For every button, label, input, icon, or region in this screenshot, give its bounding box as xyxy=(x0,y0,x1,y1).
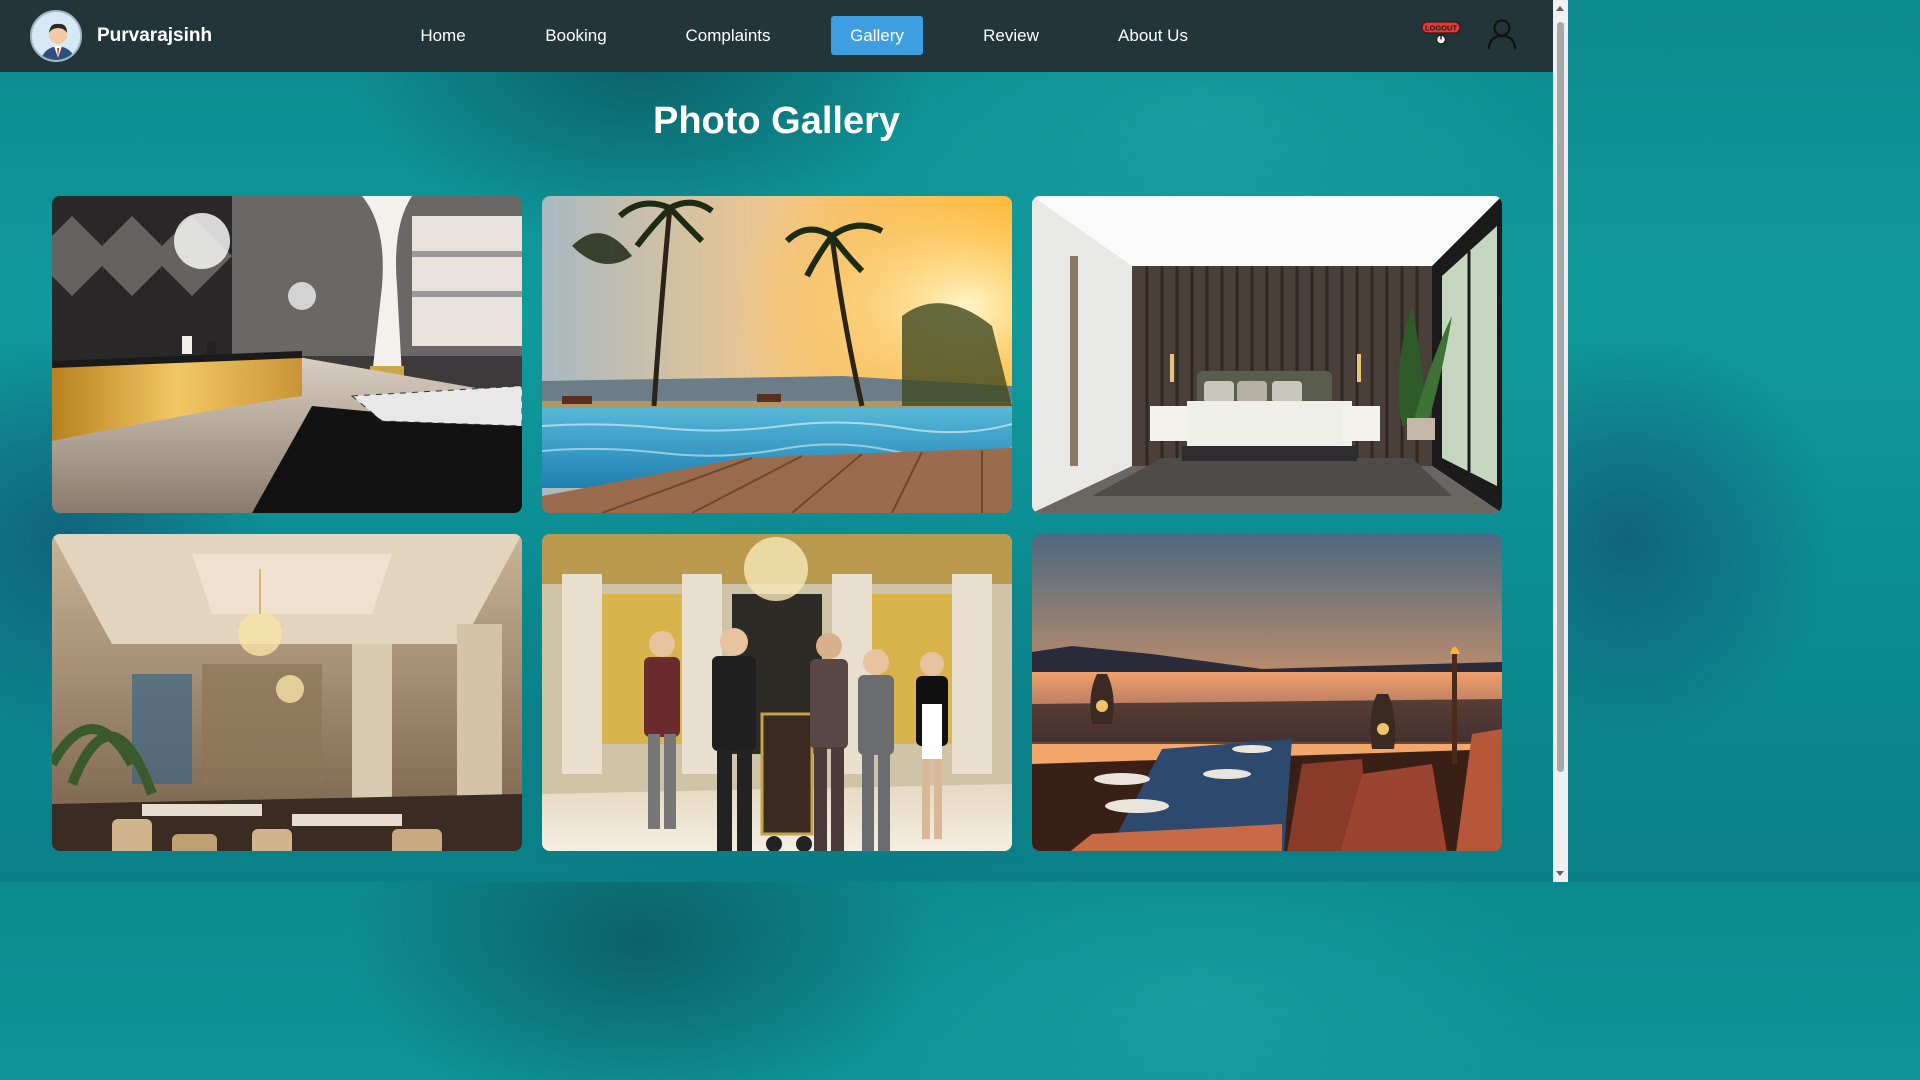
nav-links: Home Booking Complaints Gallery Review A… xyxy=(0,0,1553,72)
logout-label: LOGOUT xyxy=(1425,24,1457,33)
top-navbar: Purvarajsinh Home Booking Complaints Gal… xyxy=(0,0,1553,72)
gallery-photo-restaurant[interactable] xyxy=(52,534,522,851)
page-scrollbar[interactable] xyxy=(1553,0,1568,882)
nav-gallery[interactable]: Gallery xyxy=(831,16,923,55)
page-title: Photo Gallery xyxy=(652,100,901,142)
nav-complaints[interactable]: Complaints xyxy=(674,16,782,55)
nav-home[interactable]: Home xyxy=(406,16,480,55)
gallery-photo-terrace[interactable] xyxy=(1032,534,1502,851)
nav-review[interactable]: Review xyxy=(970,16,1052,55)
scroll-up-arrow-icon[interactable] xyxy=(1556,6,1564,11)
gallery-photo-pool[interactable] xyxy=(542,196,1012,513)
nav-about-us[interactable]: About Us xyxy=(1104,16,1202,55)
gallery-photo-bedroom[interactable] xyxy=(1032,196,1502,513)
scroll-down-arrow-icon[interactable] xyxy=(1556,871,1564,876)
scrollbar-thumb[interactable] xyxy=(1557,22,1564,772)
nav-booking[interactable]: Booking xyxy=(533,16,619,55)
logout-button[interactable]: LOGOUT xyxy=(1420,20,1462,48)
user-profile-icon[interactable] xyxy=(1486,18,1518,50)
gallery-photo-staff[interactable] xyxy=(542,534,1012,851)
gallery-photo-lobby[interactable] xyxy=(52,196,522,513)
